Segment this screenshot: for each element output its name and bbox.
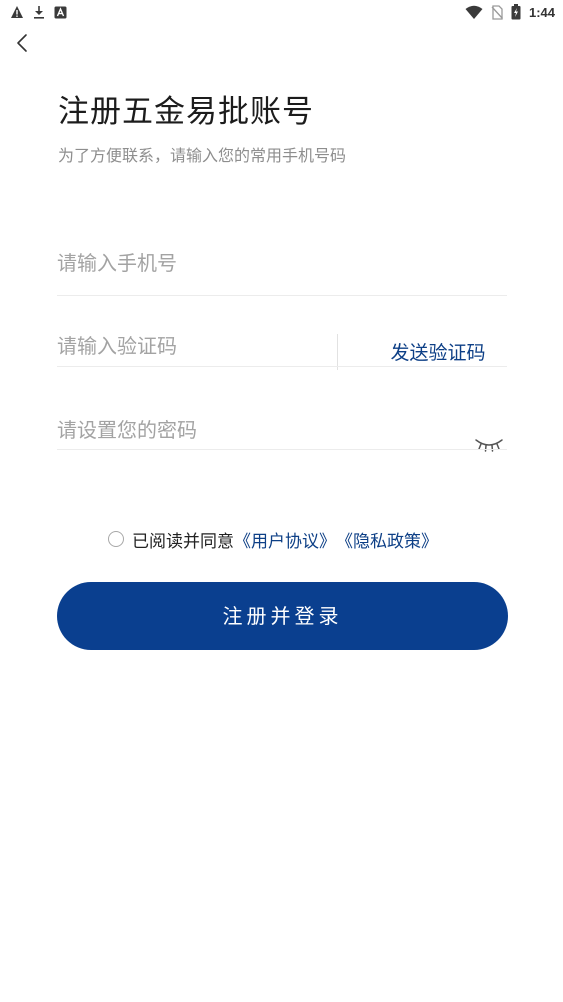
battery-icon [511,4,521,20]
code-field-divider [337,334,338,370]
phone-field [57,243,507,283]
status-bar: 1:44 [0,0,563,24]
user-agreement-link[interactable]: 《用户协议》 [234,527,336,552]
no-sim-icon [491,4,503,20]
page-title: 注册五金易批账号 [58,94,314,130]
wifi-icon [465,5,483,19]
password-input[interactable] [57,410,457,450]
phone-input[interactable] [57,243,507,283]
a-icon [54,6,67,18]
password-field [57,410,457,450]
password-visibility-toggle[interactable] [473,433,505,455]
send-code-button[interactable]: 发送验证码 [370,338,506,368]
agreement-row: 已阅读并同意 《用户协议》 《隐私政策》 [108,527,438,552]
code-field [57,326,327,366]
phone-field-underline [57,295,507,296]
eye-closed-icon [475,439,503,452]
download-icon [34,6,44,19]
warning-icon [11,6,23,18]
verification-code-input[interactable] [57,326,327,366]
privacy-policy-link[interactable]: 《隐私政策》 [336,527,438,552]
register-login-button[interactable]: 注册并登录 [57,582,508,650]
status-left-icons [10,4,67,20]
agree-checkbox[interactable] [108,531,124,547]
chevron-left-icon [17,34,27,52]
agreement-prefix: 已阅读并同意 [132,531,234,552]
back-button[interactable] [10,30,36,56]
password-field-underline [57,449,507,450]
code-field-underline [57,366,507,367]
status-right-icons: 1:44 [465,3,555,21]
page-subtitle: 为了方便联系，请输入您的常用手机号码 [58,146,347,165]
status-time: 1:44 [528,4,555,20]
